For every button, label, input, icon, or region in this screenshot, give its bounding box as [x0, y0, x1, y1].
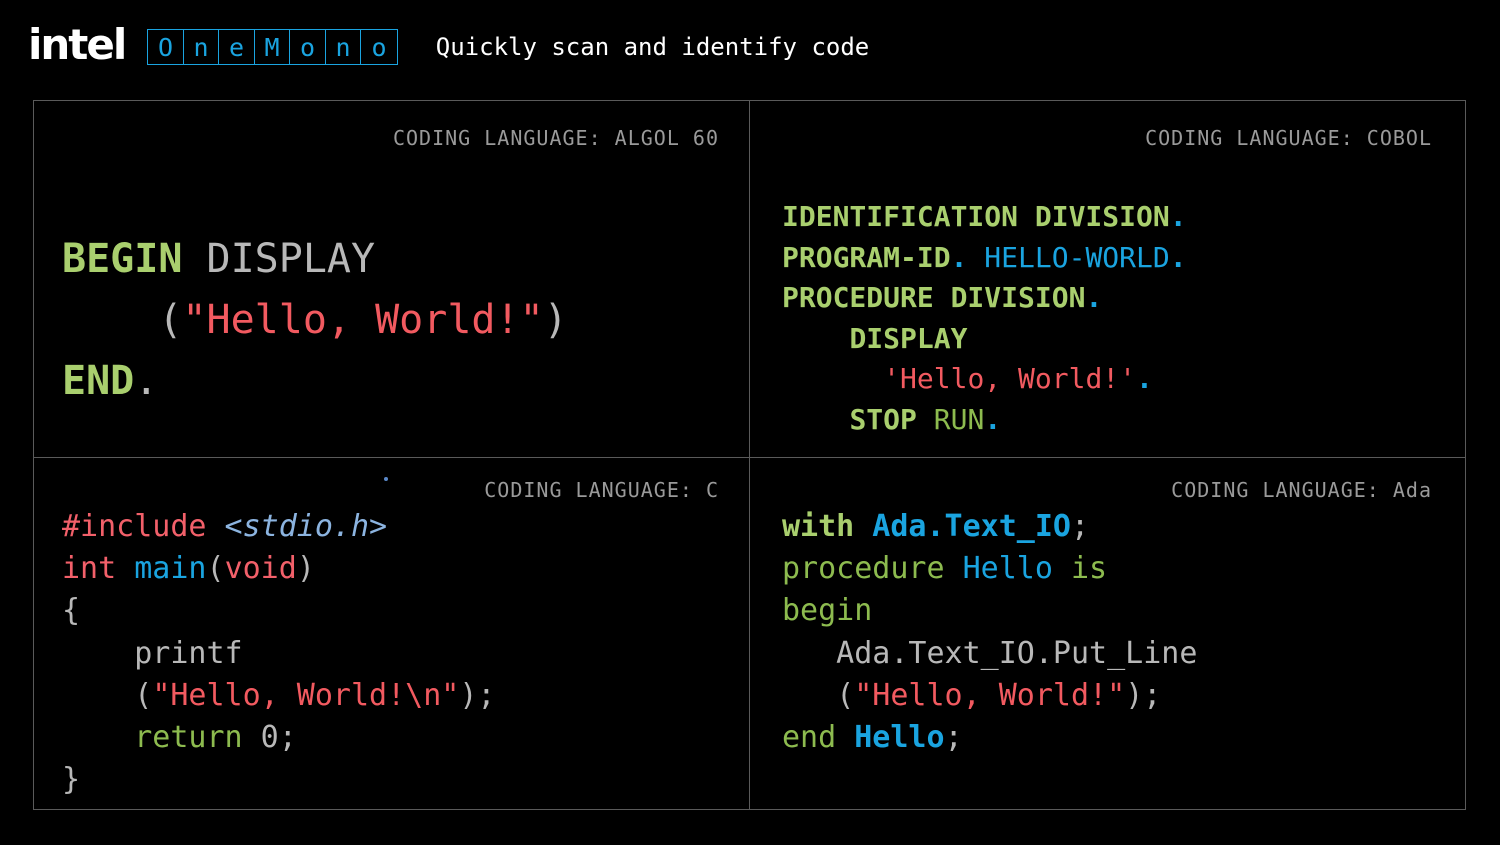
code-type: int [62, 551, 117, 587]
code-block: with Ada.Text_IO; procedure Hello is beg… [782, 506, 1197, 759]
onemono-brand: O n e M o n o [147, 29, 398, 65]
panel-c: CODING LANGUAGE: C #include <stdio.h> in… [34, 458, 749, 810]
code-keyword: return [134, 720, 243, 756]
brand-letter: o [371, 32, 387, 62]
code-text: RUN [916, 402, 985, 436]
code-identifier: HELLO-WORLD [967, 240, 1170, 274]
code-identifier: Hello [836, 720, 945, 756]
language-label: CODING LANGUAGE: Ada [1171, 478, 1432, 502]
code-keyword: end [782, 720, 837, 756]
code-keyword: END [62, 358, 135, 404]
code-keyword: PROGRAM-ID [782, 240, 951, 274]
code-keyword: procedure [782, 551, 945, 587]
code-text: Ada.Text_IO.Put_Line [782, 635, 1198, 671]
code-identifier: Hello [944, 551, 1053, 587]
code-punct: . [1169, 240, 1187, 274]
code-keyword: begin [782, 593, 873, 629]
code-brace: { [62, 593, 81, 629]
code-punct: ( [206, 551, 225, 587]
brand-letter: n [326, 30, 362, 64]
code-punct: ( [836, 677, 855, 713]
language-label: CODING LANGUAGE: C [484, 478, 719, 502]
code-punct: . [984, 402, 1002, 436]
language-label: CODING LANGUAGE: ALGOL 60 [392, 126, 719, 150]
code-punct: ; [1071, 509, 1090, 544]
code-punct: ) [543, 297, 568, 343]
code-text: printf [62, 635, 243, 671]
code-type: void [224, 551, 297, 587]
code-block: #include <stdio.h> int main(void) { prin… [62, 506, 495, 801]
code-punct: ( [158, 297, 183, 343]
code-directive: #include [62, 509, 207, 544]
code-keyword: IDENTIFICATION DIVISION [782, 200, 1170, 233]
language-label: CODING LANGUAGE: COBOL [1145, 126, 1432, 150]
code-text: DISPLAY [182, 236, 376, 282]
code-block: IDENTIFICATION DIVISION. PROGRAM-ID. HEL… [782, 197, 1187, 440]
code-punct: ) [296, 551, 315, 587]
code-string: "Hello, World!" [854, 677, 1126, 713]
brand-letter: o [290, 30, 326, 64]
panel-ada: CODING LANGUAGE: Ada with Ada.Text_IO; p… [750, 458, 1466, 810]
brand-letter: e [219, 30, 255, 64]
brand-letter: M [255, 30, 291, 64]
code-string: 'Hello, World!' [883, 362, 1137, 395]
code-keyword: PROCEDURE DIVISION [782, 281, 1086, 314]
code-punct: ( [134, 677, 153, 713]
panel-cobol: CODING LANGUAGE: COBOL IDENTIFICATION DI… [750, 101, 1466, 457]
code-punct: . [950, 240, 968, 274]
code-brace: } [62, 762, 81, 798]
code-package: Ada.Text_IO [854, 509, 1071, 544]
code-punct: . [1085, 281, 1103, 314]
stray-dot [384, 477, 388, 481]
code-text: 0; [242, 720, 297, 756]
code-header: <stdio.h> [206, 509, 388, 544]
code-punct: ); [1125, 677, 1162, 713]
code-keyword: STOP [849, 402, 917, 436]
panel-algol: CODING LANGUAGE: ALGOL 60 BEGIN DISPLAY … [34, 101, 749, 457]
code-grid: CODING LANGUAGE: ALGOL 60 BEGIN DISPLAY … [33, 100, 1466, 810]
code-punct: . [134, 358, 159, 404]
code-keyword: DISPLAY [849, 321, 968, 355]
tagline: Quickly scan and identify code [435, 33, 870, 61]
code-punct: . [1169, 200, 1187, 233]
code-string: "Hello, World!\n" [152, 677, 460, 713]
code-punct: ); [459, 677, 496, 713]
code-function: main [116, 551, 207, 587]
code-string: "Hello, World!" [182, 297, 544, 343]
code-block: BEGIN DISPLAY ("Hello, World!") END. [62, 229, 568, 412]
code-keyword: is [1052, 551, 1108, 587]
code-punct: . [1136, 362, 1153, 395]
brand-letter: n [184, 30, 220, 64]
code-keyword: BEGIN [62, 236, 183, 282]
code-punct: ; [944, 720, 963, 756]
code-keyword: with [782, 509, 855, 544]
brand-letter: O [148, 30, 184, 64]
header: intel O n e M o n o Quickly scan and ide… [28, 22, 869, 72]
intel-logo: intel [28, 20, 127, 69]
